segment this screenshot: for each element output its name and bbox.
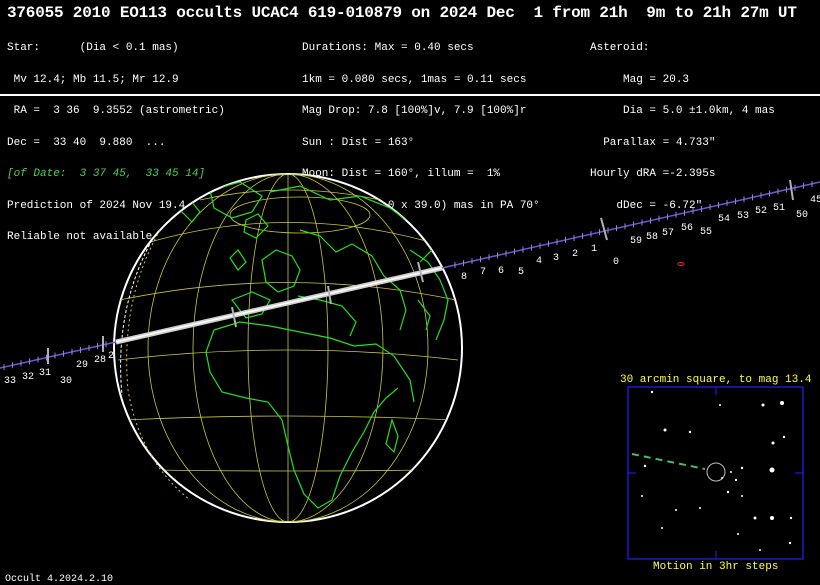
path-hour-tick	[600, 217, 608, 241]
left-path-tick-label: 28	[94, 355, 106, 366]
map-graphics: 33 32 313029 28 28 7 6 54 3 2 1059 58 57 56 5554 53 52 51…	[0, 173, 820, 560]
right-path-tick-label: 58	[646, 232, 658, 243]
right-path-tick-label: 2	[572, 249, 578, 260]
right-path-tick-label: 8	[461, 272, 467, 283]
right-path-tick-label: 51	[773, 203, 785, 214]
right-path-tick-label: 6	[498, 266, 504, 277]
right-path-tick-label: 53	[737, 211, 749, 222]
left-path-tick-label: 30	[60, 376, 72, 387]
right-path-tick-label: 57	[662, 228, 674, 239]
motion-path	[631, 453, 706, 470]
right-path-tick-label: 0	[613, 257, 619, 268]
right-path-tick-label: 50	[796, 210, 808, 221]
star-field-inset	[627, 386, 804, 560]
path-hour-tick	[789, 179, 794, 201]
inset-stars	[641, 390, 793, 551]
right-path-tick-label: 4	[536, 256, 542, 267]
occultation-map: 376055 2010 EO113 occults UCAC4 619-0108…	[0, 0, 820, 585]
right-path-tick-label: 1	[591, 244, 597, 255]
inset-title: 30 arcmin square, to mag 13.4	[620, 374, 812, 386]
inset-tick-marks	[628, 387, 803, 559]
inset-caption: Motion in 3hr steps	[653, 561, 779, 573]
earth-globe	[113, 173, 463, 523]
right-path-tick-label: 3	[553, 253, 559, 264]
version-footer: Occult 4.2024.2.10	[5, 574, 114, 585]
right-path-tick-label: 52	[755, 206, 767, 217]
right-path-tick-label: 59	[630, 236, 642, 247]
right-path-tick-label: 55	[700, 227, 712, 238]
right-path-tick-label: 5	[518, 267, 524, 278]
red-marker	[677, 262, 685, 266]
left-path-tick-label: 29	[76, 360, 88, 371]
left-path-tick-label: 33	[4, 376, 16, 387]
left-path-tick-label: 32	[22, 372, 34, 383]
right-path-tick-label: 54	[718, 214, 730, 225]
right-path-tick-label: 7	[480, 267, 486, 278]
left-path-tick-label: 2	[108, 351, 114, 362]
right-path-tick-label: 45	[810, 195, 820, 206]
left-path-tick-label: 31	[39, 368, 51, 379]
right-path-tick-label: 56	[681, 223, 693, 234]
